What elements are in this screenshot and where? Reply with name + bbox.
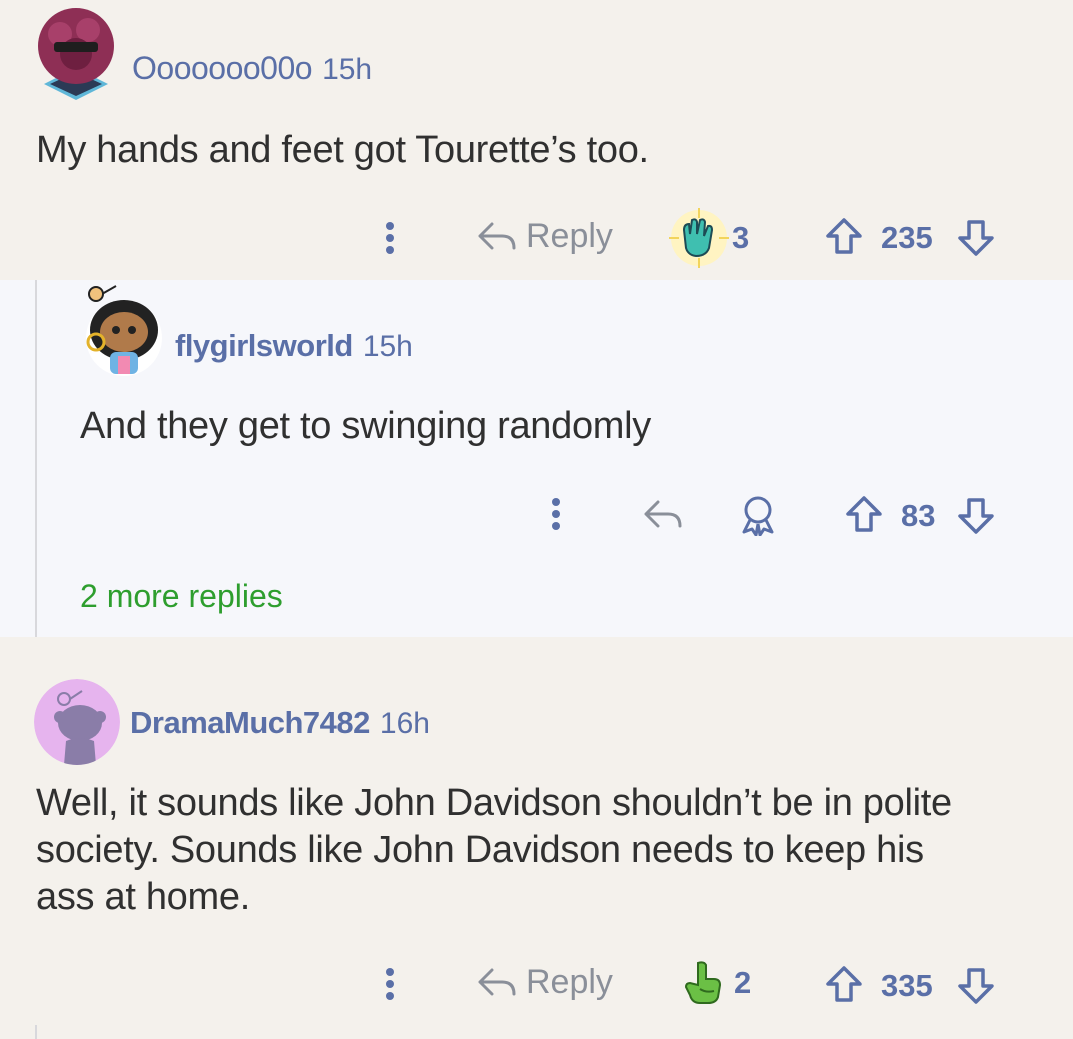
upvote-icon: [826, 218, 862, 254]
upvote-icon: [826, 966, 862, 1002]
downvote-icon: [958, 968, 994, 1004]
downvote-icon: [958, 220, 994, 256]
score: 235: [881, 220, 933, 255]
award-count: 2: [734, 965, 752, 1000]
award-button[interactable]: 3: [666, 208, 749, 268]
comment-body: Well, it sounds like John Davidson shoul…: [36, 780, 952, 921]
comment-meta: Ooooooo00o 15h: [132, 50, 372, 87]
upvote-icon: [846, 496, 882, 532]
upvote-button[interactable]: [824, 216, 864, 258]
downvote-button[interactable]: [956, 494, 996, 536]
user-avatar[interactable]: [30, 4, 122, 104]
more-replies-link[interactable]: 2 more replies: [80, 578, 283, 615]
user-avatar[interactable]: [34, 679, 120, 765]
award-icon: [669, 208, 729, 268]
comment-body-line: society. Sounds like John Davidson needs…: [36, 829, 924, 871]
award-icon: [684, 961, 722, 1004]
comment-3: DramaMuch7482 16h Well, it sounds like J…: [0, 637, 1073, 1039]
overflow-dots-icon[interactable]: [386, 964, 396, 1004]
reply-arrow-icon: [478, 222, 516, 250]
reply-arrow-icon: [478, 968, 516, 996]
reply-label: Reply: [526, 962, 613, 1001]
comment-body-line: ass at home.: [36, 876, 250, 918]
comment-body: And they get to swinging randomly: [80, 405, 651, 447]
username[interactable]: DramaMuch7482: [130, 705, 370, 741]
reply-arrow-icon: [644, 500, 682, 528]
timestamp: 15h: [322, 53, 373, 86]
downvote-button[interactable]: [956, 964, 996, 1006]
username[interactable]: Ooooooo00o: [132, 50, 313, 87]
downvote-button[interactable]: [956, 216, 996, 258]
comment-body-line: Well, it sounds like John Davidson shoul…: [36, 782, 952, 824]
timestamp: 16h: [379, 707, 430, 740]
thread-line[interactable]: [35, 1025, 37, 1039]
reply-label: Reply: [526, 216, 613, 255]
reply-button[interactable]: Reply: [476, 962, 613, 1002]
overflow-dots-icon[interactable]: [552, 494, 562, 534]
score: 335: [881, 968, 933, 1003]
comment-body: My hands and feet got Tourette’s too.: [36, 129, 649, 171]
timestamp: 15h: [362, 330, 413, 363]
username[interactable]: flygirlsworld: [175, 328, 353, 364]
comment-meta: DramaMuch7482 16h: [130, 705, 430, 741]
reply-button[interactable]: [642, 494, 684, 534]
comment-meta: flygirlsworld 15h: [175, 328, 413, 364]
award-count: 3: [732, 220, 750, 255]
award-icon: [742, 496, 774, 536]
award-button[interactable]: 2: [680, 959, 751, 1007]
overflow-dots-icon[interactable]: [386, 218, 396, 258]
upvote-button[interactable]: [844, 494, 884, 536]
upvote-button[interactable]: [824, 964, 864, 1006]
reply-button[interactable]: Reply: [476, 216, 613, 256]
score: 83: [901, 498, 936, 533]
user-avatar[interactable]: [82, 280, 164, 380]
thread-line[interactable]: [35, 280, 37, 637]
downvote-icon: [958, 498, 994, 534]
award-button[interactable]: [738, 494, 778, 536]
comment-1: Ooooooo00o 15h My hands and feet got Tou…: [0, 0, 1073, 280]
